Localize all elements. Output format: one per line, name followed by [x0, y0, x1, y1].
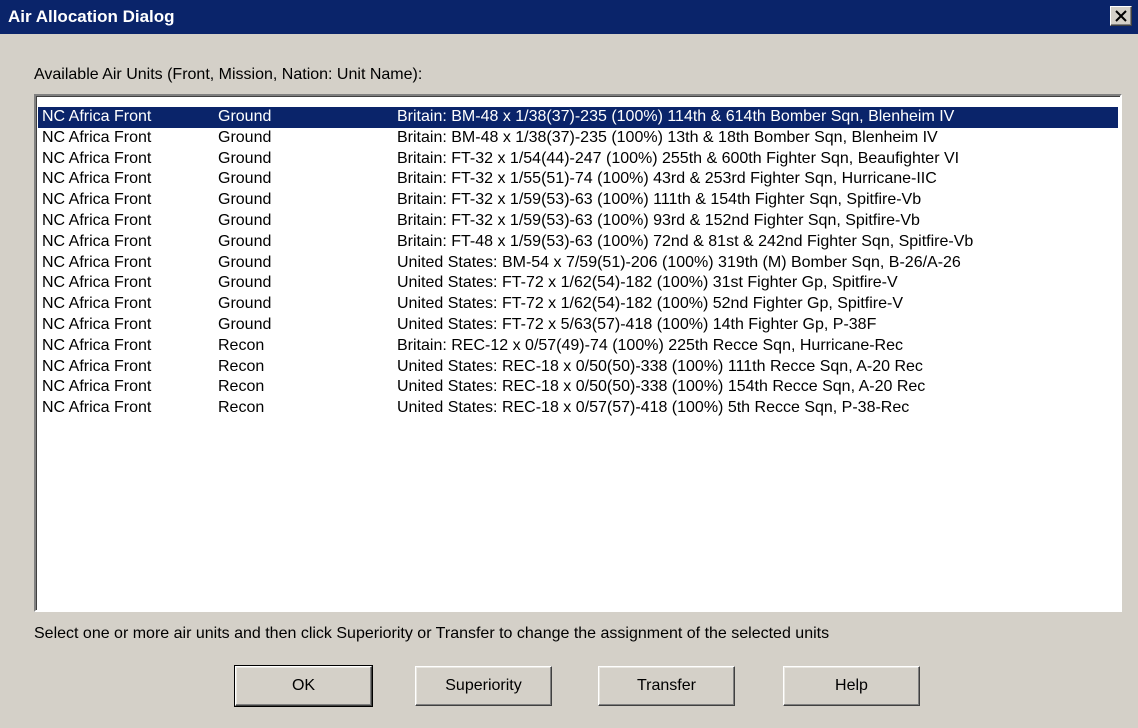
list-item-unit: United States: REC-18 x 0/50(50)-338 (10… — [397, 357, 923, 375]
list-item-front: NC Africa Front — [42, 191, 152, 209]
list-item[interactable]: NC Africa Front Ground Britain: FT-32 x 1/… — [38, 149, 1118, 170]
list-item-unit: United States: FT-72 x 1/62(54)-182 (100… — [397, 295, 904, 313]
list-item[interactable]: NC Africa Front Ground Britain: FT-32 x 1/… — [38, 211, 1118, 232]
list-item-front: NC Africa Front — [42, 232, 152, 250]
close-button[interactable] — [1110, 6, 1132, 26]
list-item-unit: Britain: REC-12 x 0/57(49)-74 (100%) 225… — [397, 336, 904, 354]
list-item[interactable]: NC Africa Front Ground United States: FT-7… — [38, 294, 1118, 315]
list-item[interactable]: NC Africa Front Ground Britain: FT-32 x 1/… — [38, 190, 1118, 211]
list-item-mission: Ground — [218, 149, 272, 167]
list-item-mission: Ground — [218, 170, 272, 188]
window-title: Air Allocation Dialog — [8, 7, 175, 26]
list-item-unit: United States: FT-72 x 5/63(57)-418 (100… — [397, 315, 877, 333]
list-item-mission: Ground — [218, 315, 272, 333]
air-units-list-label: Available Air Units (Front, Mission, Nat… — [34, 66, 423, 83]
instruction-text: Select one or more air units and then cl… — [34, 625, 830, 642]
list-item-unit: Britain: FT-48 x 1/59(53)-63 (100%) 72nd… — [397, 232, 974, 250]
list-item-mission: Recon — [218, 378, 265, 396]
list-item[interactable]: NC Africa Front Ground United States: BM-5… — [38, 253, 1118, 274]
list-item-unit: United States: REC-18 x 0/57(57)-418 (10… — [397, 399, 910, 417]
air-units-listbox[interactable]: NC Africa Front Ground Britain: BM-48 x 1/… — [34, 94, 1122, 612]
list-item-front: NC Africa Front — [42, 253, 152, 271]
list-item-unit: Britain: FT-32 x 1/54(44)-247 (100%) 255… — [397, 149, 960, 167]
list-item-mission: Recon — [218, 336, 265, 354]
air-allocation-dialog: Air Allocation Dialog Available Air Unit… — [0, 0, 1138, 728]
list-item-mission: Recon — [218, 357, 265, 375]
list-item-front: NC Africa Front — [42, 108, 152, 125]
list-item-front: NC Africa Front — [42, 149, 152, 167]
list-item-mission: Ground — [218, 274, 272, 292]
list-item-unit: Britain: FT-32 x 1/59(53)-63 (100%) 111t… — [397, 191, 922, 209]
list-item-front: NC Africa Front — [42, 357, 152, 375]
list-item-mission: Ground — [218, 108, 272, 125]
list-item[interactable]: NC Africa Front Ground United States: FT-7… — [38, 315, 1118, 336]
list-item-unit: United States: REC-18 x 0/50(50)-338 (10… — [397, 378, 926, 396]
list-item-mission: Recon — [218, 399, 265, 417]
list-item-front: NC Africa Front — [42, 274, 152, 292]
list-item-front: NC Africa Front — [42, 295, 152, 313]
list-item-front: NC Africa Front — [42, 211, 152, 229]
list-item-unit: United States: BM-54 x 7/59(51)-206 (100… — [397, 253, 961, 271]
title-bar[interactable]: Air Allocation Dialog — [0, 0, 1138, 34]
list-item-front: NC Africa Front — [42, 336, 152, 354]
list-item-unit: Britain: BM-48 x 1/38(37)-235 (100%) 13t… — [397, 128, 938, 146]
list-item[interactable]: NC Africa Front Recon Britain: REC-12 x 0/… — [38, 336, 1118, 357]
list-item[interactable]: NC Africa Front Recon United States: REC-1… — [38, 377, 1118, 398]
list-item[interactable]: NC Africa Front Ground Britain: FT-32 x 1/… — [38, 169, 1118, 190]
list-item[interactable]: NC Africa Front Ground Britain: BM-48 x 1/… — [38, 107, 1118, 128]
list-item-front: NC Africa Front — [42, 315, 152, 333]
list-item[interactable]: NC Africa Front Recon United States: REC-1… — [38, 398, 1118, 419]
list-item-unit: Britain: BM-48 x 1/38(37)-235 (100%) 114… — [397, 108, 955, 125]
list-item-unit: Britain: FT-32 x 1/59(53)-63 (100%) 93rd… — [397, 211, 920, 229]
list-item-mission: Ground — [218, 128, 272, 146]
list-item-front: NC Africa Front — [42, 378, 152, 396]
list-item-mission: Ground — [218, 211, 272, 229]
list-item[interactable]: NC Africa Front Ground Britain: BM-48 x 1/… — [38, 128, 1118, 149]
list-item[interactable]: NC Africa Front Ground United States: FT-7… — [38, 273, 1118, 294]
list-item[interactable]: NC Africa Front Recon United States: REC-1… — [38, 357, 1118, 378]
close-icon — [1115, 10, 1127, 22]
air-units-rows: NC Africa Front Ground Britain: BM-48 x 1/… — [38, 107, 1118, 419]
list-item-front: NC Africa Front — [42, 128, 152, 146]
ok-button[interactable]: OK — [234, 665, 373, 707]
list-item-unit: United States: FT-72 x 1/62(54)-182 (100… — [397, 274, 898, 292]
list-item-mission: Ground — [218, 253, 272, 271]
list-item[interactable]: NC Africa Front Ground Britain: FT-48 x 1/… — [38, 232, 1118, 253]
superiority-button[interactable]: Superiority — [415, 666, 552, 706]
list-item-unit: Britain: FT-32 x 1/55(51)-74 (100%) 43rd… — [397, 170, 937, 188]
list-item-mission: Ground — [218, 232, 272, 250]
list-item-mission: Ground — [218, 295, 272, 313]
help-button[interactable]: Help — [783, 666, 920, 706]
list-item-mission: Ground — [218, 191, 272, 209]
list-item-front: NC Africa Front — [42, 399, 152, 417]
list-item-front: NC Africa Front — [42, 170, 152, 188]
transfer-button[interactable]: Transfer — [598, 666, 735, 706]
